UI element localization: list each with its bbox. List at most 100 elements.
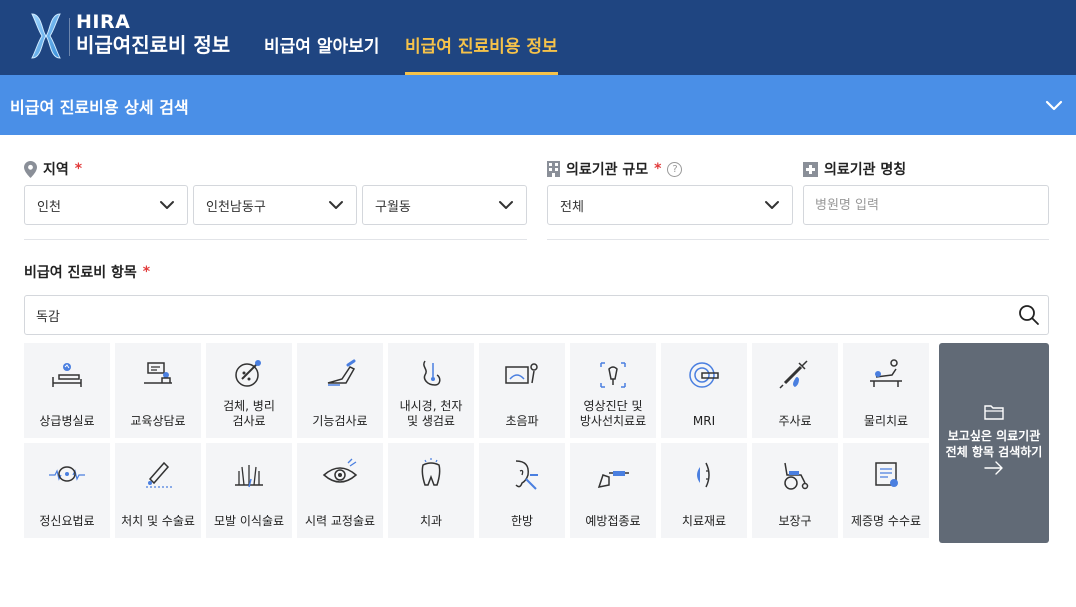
required-mark: * bbox=[74, 161, 83, 177]
category-tile[interactable]: 검체, 병리 검사료 bbox=[206, 343, 292, 438]
items-label-text: 비급여 진료비 항목 bbox=[24, 265, 137, 281]
category-label: 내시경, 천자 및 생검료 bbox=[399, 399, 463, 428]
category-tile[interactable]: 물리치료 bbox=[843, 343, 929, 438]
hira-logo-icon[interactable] bbox=[28, 12, 64, 60]
scale-label-text: 의료기관 규모 bbox=[566, 162, 649, 178]
medical-material-icon bbox=[697, 462, 710, 488]
scale-divider bbox=[547, 239, 1049, 240]
hospital-name-input[interactable] bbox=[803, 185, 1049, 225]
folder-icon bbox=[984, 405, 1004, 420]
category-tile[interactable]: 한방 bbox=[479, 443, 565, 538]
chevron-down-icon bbox=[499, 201, 513, 209]
item-search-box bbox=[24, 295, 1049, 335]
logo-line-1: HIRA bbox=[76, 11, 131, 33]
category-tile[interactable]: 처치 및 수술료 bbox=[115, 443, 201, 538]
sido-value: 인천 bbox=[37, 199, 61, 215]
category-tile[interactable]: 치료재료 bbox=[661, 443, 747, 538]
category-label: 모발 이식술료 bbox=[213, 513, 285, 528]
category-tile[interactable]: 시력 교정술료 bbox=[297, 443, 383, 538]
chevron-down-icon bbox=[329, 201, 343, 209]
region-label: 지역 * bbox=[24, 159, 82, 179]
scale-value: 전체 bbox=[560, 199, 584, 215]
category-label: 초음파 bbox=[505, 413, 539, 428]
brain-icon bbox=[49, 466, 85, 482]
category-tile[interactable]: 치과 bbox=[388, 443, 474, 538]
dong-value: 구월동 bbox=[375, 199, 411, 215]
site-logo-text[interactable]: HIRA 비급여진료비 정보 bbox=[76, 11, 230, 56]
category-tile[interactable]: 기능검사료 bbox=[297, 343, 383, 438]
sido-select[interactable]: 인천 bbox=[24, 185, 188, 225]
hospital-cross-icon bbox=[803, 161, 818, 177]
ultrasound-icon bbox=[505, 363, 538, 384]
category-tile[interactable]: 제증명 수수료 bbox=[843, 443, 929, 538]
all-items-search-button[interactable]: 보고싶은 의료기관 전체 항목 검색하기 bbox=[939, 343, 1049, 543]
items-label: 비급여 진료비 항목 * bbox=[24, 262, 150, 282]
tooth-icon bbox=[421, 458, 441, 486]
category-tile[interactable]: 정신요법료 bbox=[24, 443, 110, 538]
scale-label: 의료기관 규모 * ? bbox=[547, 159, 683, 179]
category-label: 검체, 병리 검사료 bbox=[223, 399, 275, 428]
region-divider bbox=[24, 239, 527, 240]
category-tile[interactable]: 초음파 bbox=[479, 343, 565, 438]
function-test-icon bbox=[327, 359, 356, 386]
category-label: 기능검사료 bbox=[312, 413, 368, 428]
surgery-icon bbox=[146, 461, 172, 488]
category-tile[interactable]: 보장구 bbox=[752, 443, 838, 538]
acupuncture-icon bbox=[515, 460, 538, 490]
hospital-name-label: 의료기관 명칭 bbox=[803, 159, 906, 179]
all-items-line-1: 보고싶은 의료기관 bbox=[947, 429, 1041, 443]
region-label-text: 지역 bbox=[43, 162, 69, 178]
category-label: 보장구 bbox=[778, 513, 812, 528]
all-items-line-2: 전체 항목 검색하기 bbox=[945, 444, 1043, 459]
scale-select[interactable]: 전체 bbox=[547, 185, 793, 225]
wheelchair-icon bbox=[784, 462, 809, 490]
endoscope-icon bbox=[423, 360, 441, 386]
required-mark: * bbox=[142, 264, 151, 280]
sigungu-value: 인천남동구 bbox=[206, 199, 266, 215]
eye-icon bbox=[322, 458, 358, 483]
category-tile[interactable]: 모발 이식술료 bbox=[206, 443, 292, 538]
sigungu-select[interactable]: 인천남동구 bbox=[193, 185, 357, 225]
category-tile[interactable]: 교육상담료 bbox=[115, 343, 201, 438]
item-search-input[interactable] bbox=[25, 296, 1005, 334]
category-tile[interactable]: 예방접종료 bbox=[570, 443, 656, 538]
category-label: 주사료 bbox=[778, 413, 812, 428]
category-label: 상급병실료 bbox=[39, 413, 95, 428]
section-title: 비급여 진료비용 상세 검색 bbox=[10, 98, 189, 117]
category-label: MRI bbox=[692, 413, 716, 428]
category-tile[interactable]: MRI bbox=[661, 343, 747, 438]
specimen-test-icon bbox=[235, 360, 261, 387]
syringe-icon bbox=[779, 360, 808, 389]
location-pin-icon bbox=[24, 160, 37, 178]
logo-divider bbox=[69, 18, 70, 56]
all-items-search-label: 보고싶은 의료기관 전체 항목 검색하기 bbox=[939, 429, 1049, 460]
nav-item-cost-info[interactable]: 비급여 진료비용 정보 bbox=[405, 32, 558, 75]
category-label: 물리치료 bbox=[863, 413, 909, 428]
hospital-bed-icon bbox=[52, 363, 82, 387]
building-icon bbox=[547, 161, 560, 177]
help-icon[interactable]: ? bbox=[667, 161, 683, 177]
category-label: 치료재료 bbox=[681, 513, 727, 528]
category-label: 예방접종료 bbox=[585, 513, 641, 528]
arrow-right-icon bbox=[984, 461, 1003, 475]
category-label: 교육상담료 bbox=[130, 413, 186, 428]
dong-select[interactable]: 구월동 bbox=[362, 185, 527, 225]
top-header: HIRA 비급여진료비 정보 비급여 알아보기 비급여 진료비용 정보 bbox=[0, 0, 1076, 75]
category-label: 정신요법료 bbox=[39, 513, 95, 528]
counseling-desk-icon bbox=[144, 362, 172, 384]
category-tile[interactable]: 상급병실료 bbox=[24, 343, 110, 438]
category-tile[interactable]: 내시경, 천자 및 생검료 bbox=[388, 343, 474, 438]
search-icon[interactable] bbox=[1018, 304, 1040, 326]
category-label: 한방 bbox=[510, 513, 534, 528]
category-tile[interactable]: 주사료 bbox=[752, 343, 838, 438]
certificate-icon bbox=[875, 462, 898, 487]
required-mark: * bbox=[654, 161, 662, 177]
hospital-name-label-text: 의료기관 명칭 bbox=[824, 162, 907, 178]
chevron-down-icon[interactable] bbox=[1044, 95, 1064, 115]
category-label: 영상진단 및 방사선치료료 bbox=[579, 399, 647, 428]
nav-item-about[interactable]: 비급여 알아보기 bbox=[264, 32, 379, 75]
detail-search-bar[interactable]: 비급여 진료비용 상세 검색 bbox=[0, 75, 1076, 135]
physical-therapy-icon bbox=[870, 359, 902, 387]
chevron-down-icon bbox=[765, 201, 779, 209]
category-tile[interactable]: 영상진단 및 방사선치료료 bbox=[570, 343, 656, 438]
